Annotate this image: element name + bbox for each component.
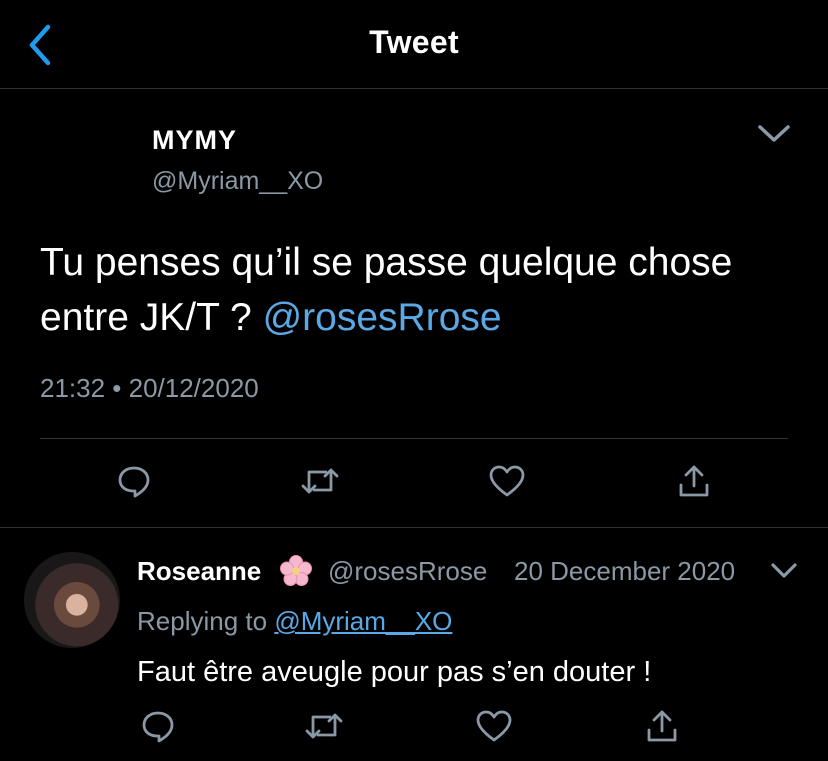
- tweet-text: Tu penses qu’il se passe quelque chose e…: [40, 235, 800, 345]
- tweet-page: Tweet MYMY @Myriam__XO Tu penses qu’il s…: [0, 0, 828, 761]
- chevron-down-icon: [771, 563, 797, 578]
- like-icon: [489, 465, 525, 497]
- share-button[interactable]: [672, 459, 716, 503]
- author-display-name[interactable]: MYMY: [152, 125, 237, 156]
- author-handle[interactable]: @Myriam__XO: [152, 167, 323, 196]
- reply-display-name[interactable]: Roseanne: [137, 556, 261, 587]
- reply-actions: [0, 704, 828, 754]
- reply-text: Faut être aveugle pour pas s’en douter !: [137, 656, 652, 688]
- like-button[interactable]: [485, 459, 529, 503]
- avatar[interactable]: [24, 552, 120, 648]
- share-icon: [647, 710, 677, 742]
- reply-icon: [118, 466, 150, 498]
- reply-button[interactable]: [112, 459, 156, 503]
- like-button[interactable]: [472, 704, 516, 748]
- replying-to-link[interactable]: @Myriam__XO: [274, 606, 452, 636]
- tweet-menu-button[interactable]: [756, 119, 792, 149]
- retweet-button[interactable]: [302, 704, 346, 748]
- share-icon: [679, 465, 709, 497]
- replying-to: Replying to @Myriam__XO: [137, 606, 452, 637]
- like-icon: [476, 710, 512, 742]
- retweet-button[interactable]: [298, 459, 342, 503]
- retweet-icon: [301, 468, 339, 494]
- reply-button[interactable]: [136, 704, 180, 748]
- divider: [40, 438, 788, 439]
- page-title: Tweet: [369, 24, 459, 60]
- reply-menu-button[interactable]: [770, 558, 798, 584]
- tweet-mention-link[interactable]: @rosesRrose: [263, 296, 502, 339]
- tweet-actions: [0, 459, 828, 509]
- chevron-down-icon: [758, 125, 790, 142]
- cherry-blossom-icon: [280, 555, 312, 586]
- replying-prefix: Replying to: [137, 606, 268, 636]
- top-bar: Tweet: [0, 0, 828, 89]
- reply-date: 20 December 2020: [514, 556, 736, 586]
- tweet-timestamp: 21:32 • 20/12/2020: [40, 373, 259, 403]
- reply-handle[interactable]: @rosesRrose: [328, 556, 487, 587]
- main-tweet: MYMY @Myriam__XO Tu penses qu’il se pass…: [0, 89, 828, 528]
- reply-tweet: Roseanne @rosesRrose 20 December 2020 Re…: [0, 528, 828, 761]
- retweet-icon: [305, 713, 343, 739]
- reply-icon: [142, 711, 174, 743]
- share-button[interactable]: [640, 704, 684, 748]
